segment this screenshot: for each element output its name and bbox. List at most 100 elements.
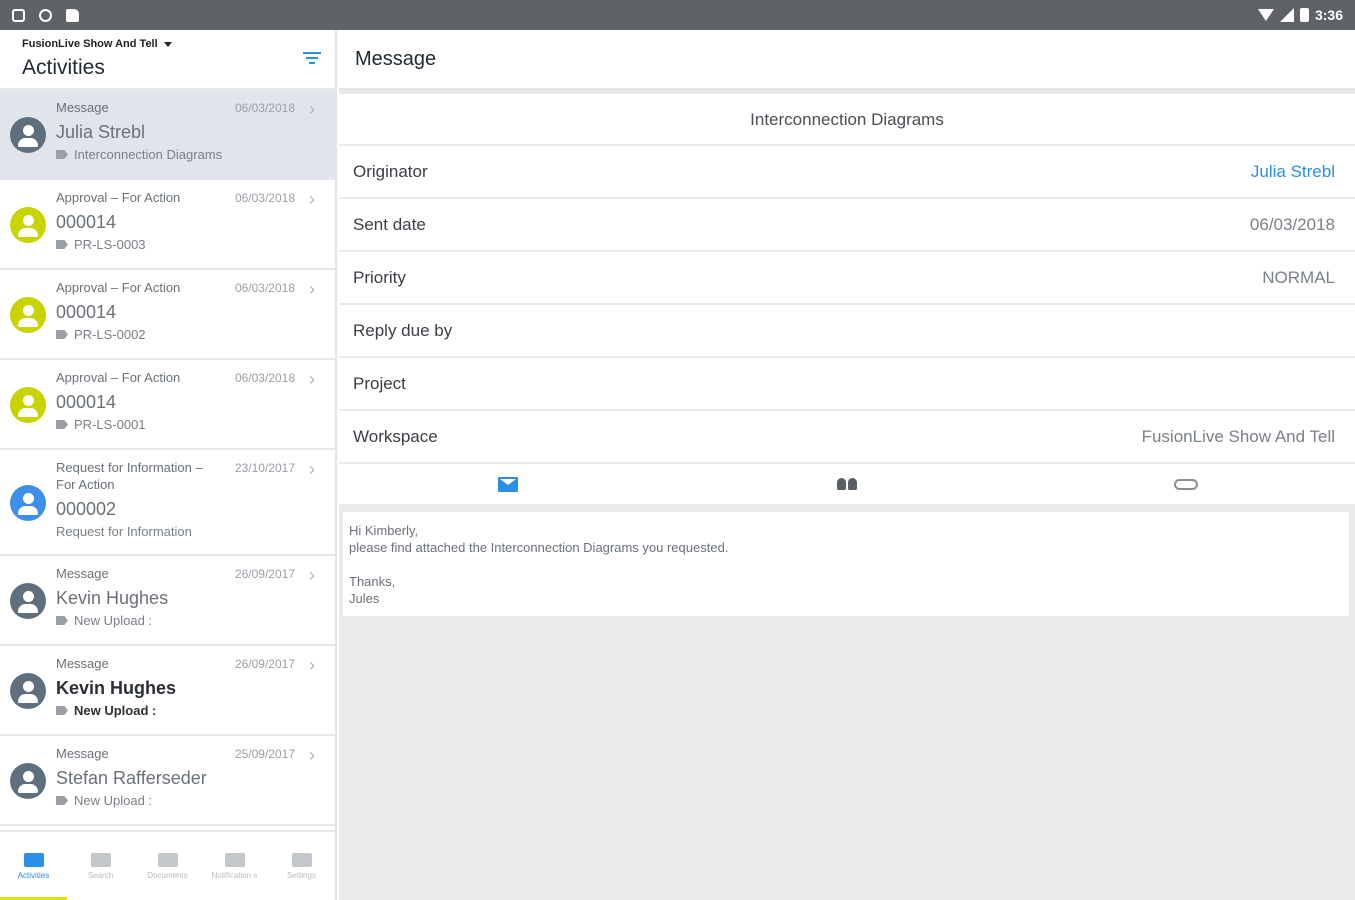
documents-icon: [157, 852, 178, 867]
tag-icon: [56, 706, 68, 715]
activity-type: Message: [56, 656, 109, 671]
activity-title: Kevin Hughes: [56, 588, 169, 608]
wifi-icon: [1257, 9, 1274, 21]
nav-label: Documents: [147, 870, 188, 880]
nav-label: Search: [87, 870, 114, 880]
nav-item-search[interactable]: Search: [67, 832, 134, 900]
signal-icon: [1279, 8, 1294, 22]
activity-item[interactable]: Approval – For Action 06/03/2018 › 00001…: [0, 180, 335, 270]
activity-date: 06/03/2018: [234, 371, 295, 385]
chevron-right-icon: ›: [309, 745, 315, 765]
activity-type: Approval – For Action: [56, 370, 181, 385]
activity-item[interactable]: Message 26/09/2017 › Kevin Hughes New Up…: [0, 556, 335, 646]
activity-list: Message 06/03/2018 › Julia Strebl Interc…: [0, 90, 335, 826]
caret-down-icon: [163, 41, 172, 47]
body-line: please find attached the Interconnection…: [349, 540, 729, 555]
chevron-right-icon: ›: [309, 99, 315, 119]
field-label: Reply due by: [353, 320, 453, 340]
activity-subtitle: PR-LS-0003: [56, 237, 319, 252]
field-row: Originator Julia Strebl: [339, 146, 1355, 199]
nav-label: Settings: [287, 870, 316, 880]
tab-attachments[interactable]: [1016, 464, 1355, 504]
mail-icon: [23, 852, 44, 867]
attachment-icon: [1173, 478, 1198, 490]
activity-item[interactable]: Message 25/09/2017 › Stefan Rafferseder …: [0, 736, 335, 826]
activity-type: Approval – For Action: [56, 190, 181, 205]
search-icon: [90, 852, 111, 867]
chevron-right-icon: ›: [309, 189, 315, 209]
activity-date: 06/03/2018: [234, 191, 295, 205]
message-body: Hi Kimberly, please find attached the In…: [343, 512, 1349, 616]
activity-date: 06/03/2018: [234, 281, 295, 295]
activity-subtitle-text: Request for Information: [56, 524, 192, 539]
field-value: FusionLive Show And Tell: [1141, 426, 1335, 446]
chevron-right-icon: ›: [309, 279, 315, 299]
activity-item[interactable]: Request for Information – For Action 23/…: [0, 450, 335, 556]
activity-title: 000014: [56, 392, 117, 412]
activity-subtitle: PR-LS-0001: [56, 417, 319, 432]
avatar-icon: [10, 207, 46, 243]
activity-subtitle-text: New Upload :: [74, 793, 153, 808]
activity-date: 25/09/2017: [234, 747, 295, 761]
avatar-icon: [10, 583, 46, 619]
notification-icon: [12, 8, 25, 22]
tab-recipients[interactable]: [678, 464, 1017, 504]
activity-title: Kevin Hughes: [56, 678, 177, 698]
message-title: Message: [355, 48, 437, 70]
activity-title: 000014: [56, 212, 117, 232]
field-value: 06/03/2018: [1249, 214, 1335, 234]
activity-title: 000014: [56, 302, 117, 322]
field-value[interactable]: Julia Strebl: [1251, 162, 1335, 182]
nav-item-documents[interactable]: Documents: [134, 832, 201, 900]
tag-icon: [56, 240, 68, 249]
field-row: Priority NORMAL: [339, 252, 1355, 305]
activity-subtitle-text: PR-LS-0003: [74, 237, 146, 252]
activity-subtitle: New Upload :: [56, 793, 319, 808]
field-row: Project: [339, 358, 1355, 411]
filter-icon[interactable]: [303, 52, 321, 66]
avatar-icon: [10, 387, 46, 423]
message-fields: Originator Julia Strebl Sent date 06/03/2…: [339, 146, 1355, 464]
activity-date: 26/09/2017: [234, 567, 295, 581]
field-row: Sent date 06/03/2018: [339, 199, 1355, 252]
nav-item-settings[interactable]: Settings: [268, 832, 335, 900]
nav-label: Notification s: [211, 870, 258, 880]
avatar-icon: [10, 763, 46, 799]
page-title: Activities: [22, 56, 105, 79]
tag-icon: [56, 330, 68, 339]
field-label: Project: [353, 373, 406, 393]
activity-subtitle-text: New Upload :: [74, 613, 153, 628]
field-label: Sent date: [353, 214, 426, 234]
settings-icon: [291, 852, 312, 867]
status-icons-right: 3:36: [1257, 7, 1343, 23]
nav-label: Activities: [17, 870, 50, 880]
tag-icon: [56, 150, 68, 159]
mail-icon: [498, 476, 519, 492]
body-line: Thanks,: [349, 574, 396, 589]
field-label: Originator: [353, 161, 428, 181]
activity-subtitle: Interconnection Diagrams: [56, 147, 319, 162]
activity-type: Message: [56, 566, 109, 581]
chevron-right-icon: ›: [309, 655, 315, 675]
activity-subtitle: PR-LS-0002: [56, 327, 319, 342]
activity-item[interactable]: Approval – For Action 06/03/2018 › 00001…: [0, 270, 335, 360]
activity-item[interactable]: Message 06/03/2018 › Julia Strebl Interc…: [0, 90, 335, 180]
nav-item-bell[interactable]: Notification s: [201, 832, 268, 900]
bottom-nav: Activities Search Documents Notification…: [0, 830, 335, 900]
nav-item-mail[interactable]: Activities: [0, 832, 67, 900]
tag-icon: [56, 796, 68, 805]
activities-pane: FusionLive Show And Tell Activities Mess…: [0, 30, 337, 900]
activity-type: Request for Information – For Action: [56, 460, 203, 492]
activity-subtitle: New Upload :: [56, 613, 319, 628]
message-tabs: [339, 464, 1355, 512]
activity-type: Message: [56, 746, 109, 761]
activity-item[interactable]: Message 26/09/2017 › Kevin Hughes New Up…: [0, 646, 335, 736]
activity-item[interactable]: Approval – For Action 06/03/2018 › 00001…: [0, 360, 335, 450]
activities-header: FusionLive Show And Tell Activities: [0, 30, 335, 90]
workspace-selector[interactable]: FusionLive Show And Tell: [22, 38, 313, 50]
field-label: Priority: [353, 267, 406, 287]
activity-subtitle: Request for Information: [56, 524, 319, 539]
body-line: Hi Kimberly,: [349, 523, 419, 538]
battery-icon: [1299, 8, 1309, 22]
tab-message[interactable]: [339, 464, 678, 504]
